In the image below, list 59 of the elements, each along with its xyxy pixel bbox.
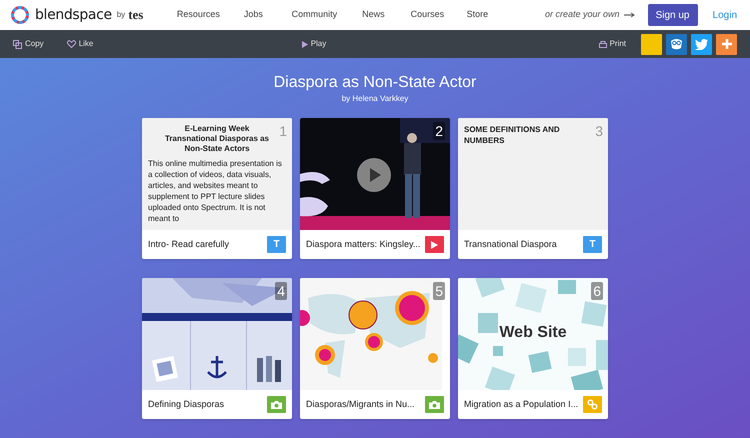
play-button[interactable]: Play bbox=[302, 38, 326, 50]
by-text: by bbox=[116, 9, 126, 21]
copy-icon bbox=[13, 40, 22, 48]
like-button[interactable]: Like bbox=[66, 38, 94, 50]
content-card[interactable] bbox=[142, 118, 292, 259]
card-caption: Diasporas/Migrants in Nu... bbox=[306, 398, 415, 411]
content-card[interactable]: SOME DEFINITIONS AND NUMBERS 3 Transnational Diaspora T bbox=[458, 118, 608, 259]
share-button[interactable] bbox=[641, 34, 662, 54]
plus-icon bbox=[722, 39, 732, 49]
signup-button[interactable]: Sign up bbox=[648, 4, 698, 26]
share-button[interactable] bbox=[716, 34, 738, 54]
camera-icon bbox=[271, 400, 282, 408]
link-icon bbox=[587, 399, 598, 410]
card-number: 6 bbox=[591, 282, 603, 300]
card-caption: Defining Diasporas bbox=[148, 398, 224, 411]
card-caption: Transnational Diaspora bbox=[464, 238, 557, 251]
play-icon bbox=[302, 40, 308, 48]
play-icon bbox=[431, 240, 438, 248]
content-card[interactable]: 2 Diaspora matters: Kingsley... bbox=[300, 118, 450, 259]
nav-link[interactable]: Store bbox=[457, 8, 498, 22]
logo-icon bbox=[10, 5, 30, 25]
printer-icon bbox=[598, 40, 607, 48]
content-card[interactable]: Web Site 6 Migration as a Population I... bbox=[458, 278, 608, 419]
bird-icon bbox=[695, 38, 708, 50]
brand-text[interactable]: tes bbox=[128, 5, 144, 25]
card-caption: Intro- Read carefully bbox=[148, 238, 230, 251]
share-button[interactable] bbox=[666, 34, 688, 54]
preview-body: This online multimedia presentation is a collection of videos, data visuals, articles, and websites meant to supplement to PPT lecture slides uploaded onto Spectrum. It is not meant to bbox=[148, 158, 283, 224]
preview-label: Web Site bbox=[498, 323, 568, 343]
content-card[interactable]: 4 Defining Diasporas bbox=[142, 278, 292, 419]
preview-heading: E-Learning Week Transnational Diasporas as Non-State Actors bbox=[164, 124, 270, 154]
nav-link[interactable]: News bbox=[349, 8, 398, 22]
lesson-title: Diaspora as Non-State Actor bbox=[274, 73, 476, 93]
nav-link[interactable]: Community bbox=[279, 8, 350, 22]
camera-icon bbox=[429, 400, 440, 408]
lesson-author: by Helena Varkkey bbox=[342, 94, 408, 104]
nav-link[interactable]: Jobs bbox=[227, 8, 280, 22]
card-caption: Diaspora matters: Kingsley... bbox=[306, 238, 420, 251]
heart-icon bbox=[66, 40, 76, 48]
nav-link[interactable]: Resources bbox=[169, 8, 228, 22]
text-type-badge: T bbox=[583, 236, 602, 253]
card-number: 5 bbox=[433, 282, 445, 300]
card-caption: Migration as a Population I... bbox=[464, 398, 578, 411]
logo-text[interactable]: blendspace bbox=[35, 4, 112, 26]
content-card[interactable]: 5 Diasporas/Migrants in Nu... bbox=[300, 278, 450, 419]
card-number: 1 bbox=[279, 122, 287, 140]
arrow-icon bbox=[624, 12, 635, 18]
nav-link[interactable]: Courses bbox=[397, 8, 458, 22]
play-overlay-icon[interactable] bbox=[357, 158, 391, 192]
share-button[interactable] bbox=[691, 34, 712, 54]
card-number: 4 bbox=[275, 282, 287, 300]
text-type-badge: T bbox=[267, 236, 286, 253]
owl-icon bbox=[670, 38, 684, 50]
preview-heading: SOME DEFINITIONS AND NUMBERS bbox=[464, 124, 561, 146]
copy-button[interactable]: Copy bbox=[13, 38, 44, 50]
card-number: 2 bbox=[433, 122, 445, 140]
print-button[interactable]: Print bbox=[598, 38, 626, 50]
create-prompt: or create your own bbox=[544, 8, 620, 22]
card-number: 3 bbox=[595, 122, 603, 140]
